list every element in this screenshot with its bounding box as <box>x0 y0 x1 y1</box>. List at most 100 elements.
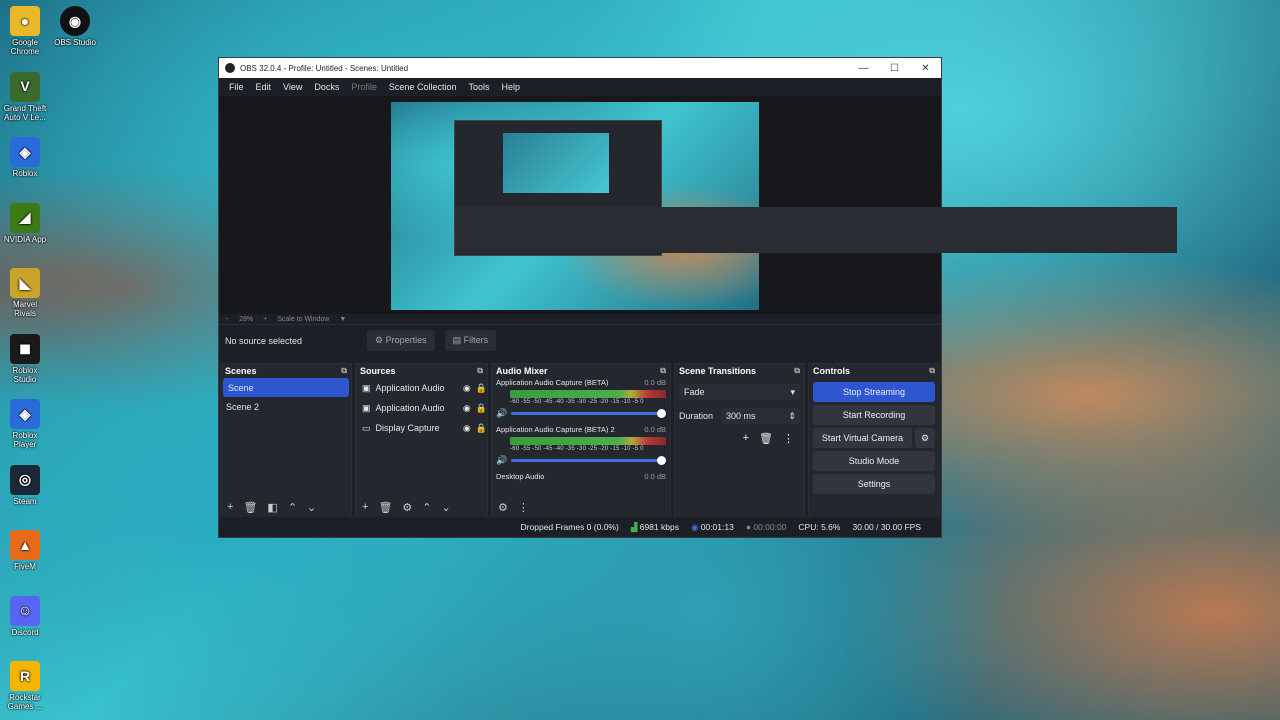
menu-file[interactable]: File <box>223 82 250 92</box>
add-icon[interactable]: + <box>743 432 749 445</box>
desktop-icon[interactable]: ● Google Chrome <box>2 6 48 56</box>
start-virtual-camera-button[interactable]: Start Virtual Camera <box>813 428 912 448</box>
move-down-icon[interactable]: ⌄ <box>442 501 451 514</box>
channel-db: 0.0 dB <box>644 472 666 481</box>
sources-dock: Sources ⧉ ▣ Application Audio ◉ 🔒 ▣ Appli… <box>355 363 488 519</box>
speaker-icon[interactable]: 🔊 <box>496 455 507 466</box>
duration-value: 300 ms <box>726 411 756 421</box>
source-item[interactable]: ▣ Application Audio ◉ 🔒 <box>356 398 487 418</box>
zoom-out-button[interactable]: − <box>225 316 229 323</box>
desktop-icon[interactable]: ◈ Roblox <box>2 137 48 178</box>
trash-icon[interactable]: 🗑 <box>759 432 773 445</box>
menu-profile[interactable]: Profile <box>345 82 383 92</box>
maximize-button[interactable]: ☐ <box>879 63 910 74</box>
controls-title: Controls <box>813 366 850 376</box>
gear-icon[interactable]: ⚙ <box>402 501 412 514</box>
app-icon: ◼ <box>10 333 40 364</box>
gear-icon[interactable]: ⚙ <box>915 428 935 448</box>
move-down-icon[interactable]: ⌄ <box>307 501 316 514</box>
lock-icon[interactable]: 🔒 <box>476 403 487 414</box>
menu-docks[interactable]: Docks <box>308 82 345 92</box>
volume-slider[interactable]: 🔊 <box>496 455 666 466</box>
trash-icon[interactable]: 🗑 <box>243 501 257 514</box>
add-icon[interactable]: + <box>227 501 233 513</box>
visibility-eye-icon[interactable]: ◉ <box>463 423 471 434</box>
properties-label: Properties <box>385 335 427 345</box>
zoom-in-button[interactable]: + <box>263 316 267 323</box>
desktop-icon[interactable]: ◣ Marvel Rivals <box>2 268 48 318</box>
undock-icon[interactable]: ⧉ <box>929 366 935 376</box>
studio-mode-button[interactable]: Studio Mode <box>813 451 935 471</box>
scale-mode[interactable]: Scale to Window <box>277 316 329 323</box>
undock-icon[interactable]: ⧉ <box>477 366 483 376</box>
desktop-icon[interactable]: ▲ FiveM <box>2 530 48 571</box>
filter-icon[interactable]: ◧ <box>267 501 277 514</box>
app-icon: ● <box>10 6 40 36</box>
menu-edit[interactable]: Edit <box>250 82 278 92</box>
scenes-header: Scenes ⧉ <box>221 364 351 378</box>
mixer-settings-icon[interactable]: ⚙ <box>498 501 508 514</box>
undock-icon[interactable]: ⧉ <box>794 366 800 376</box>
source-item[interactable]: ▣ Application Audio ◉ 🔒 <box>356 378 487 398</box>
menu-view[interactable]: View <box>277 82 308 92</box>
desktop-icon[interactable]: ◎ Steam <box>2 464 48 506</box>
scene-label: Scene 2 <box>226 401 260 412</box>
scene-item[interactable]: Scene 2 <box>221 397 351 416</box>
duration-input[interactable]: 300 ms ⇕ <box>721 408 800 424</box>
menu-tools[interactable]: Tools <box>462 82 495 92</box>
more-options-icon[interactable]: ⋮ <box>783 432 794 445</box>
filters-button[interactable]: ▤ Filters <box>444 330 497 351</box>
scene-item[interactable]: Scene <box>223 378 349 397</box>
desktop-icon-label: Google Chrome <box>10 38 40 56</box>
transition-toolbar: + 🗑 ⋮ <box>675 432 804 445</box>
desktop-icon[interactable]: R Rockstar Games ... <box>2 661 48 711</box>
menu-scene-collection[interactable]: Scene Collection <box>383 82 463 92</box>
app-icon: ◎ <box>10 464 40 495</box>
chevron-down-icon[interactable]: ▼ <box>339 316 346 323</box>
transition-select[interactable]: Fade ▾ <box>679 384 800 400</box>
obs-logo-icon <box>225 63 235 73</box>
app-icon: ◣ <box>10 268 40 298</box>
properties-button[interactable]: ⚙ Properties <box>367 330 435 351</box>
spinner-icon[interactable]: ⇕ <box>788 411 796 422</box>
lock-icon[interactable]: 🔒 <box>476 423 487 434</box>
lock-icon[interactable]: 🔒 <box>476 383 487 394</box>
minimize-button[interactable]: — <box>848 63 879 74</box>
desktop-icon[interactable]: ☺ Discord <box>2 595 48 637</box>
volume-slider[interactable]: 🔊 <box>496 408 666 419</box>
visibility-eye-icon[interactable]: ◉ <box>463 403 471 414</box>
desktop-icon-obs[interactable]: ◉ OBS Studio <box>52 6 98 47</box>
undock-icon[interactable]: ⧉ <box>341 366 347 376</box>
start-recording-button[interactable]: Start Recording <box>813 405 935 425</box>
stream-time-status: ◉ 00:01:13 <box>691 522 734 533</box>
transitions-dock: Scene Transitions ⧉ Fade ▾ Duration 300 ms… <box>674 363 805 519</box>
move-up-icon[interactable]: ⌃ <box>422 501 431 514</box>
move-up-icon[interactable]: ⌃ <box>288 501 297 514</box>
stream-icon: ◉ <box>690 521 701 532</box>
app-icon: ◈ <box>10 399 40 429</box>
desktop-icon[interactable]: ◢ NVIDIA App <box>2 202 48 244</box>
cpu-usage: CPU: 5.6% <box>798 522 841 532</box>
menu-help[interactable]: Help <box>495 82 526 92</box>
undock-icon[interactable]: ⧉ <box>660 366 666 376</box>
speaker-icon[interactable]: 🔊 <box>496 408 507 419</box>
trash-icon[interactable]: 🗑 <box>378 501 392 514</box>
transitions-title: Scene Transitions <box>679 366 757 376</box>
title-bar[interactable]: OBS 32.0.4 - Profile: Untitled - Scenes:… <box>219 58 941 78</box>
app-icon: V <box>10 71 40 102</box>
desktop-icon[interactable]: ◈ Roblox Player <box>2 399 48 449</box>
source-item[interactable]: ▭ Display Capture ◉ 🔒 <box>356 418 487 438</box>
close-button[interactable]: ✕ <box>910 63 941 74</box>
slider-knob[interactable] <box>657 456 666 465</box>
desktop-icon[interactable]: V Grand Theft Auto V Le... <box>2 71 48 122</box>
stream-preview[interactable] <box>391 102 1177 310</box>
add-icon[interactable]: + <box>362 501 368 513</box>
more-options-icon[interactable]: ⋮ <box>518 501 529 514</box>
nested-preview <box>503 133 609 193</box>
channel-db: 0.0 dB <box>644 425 666 434</box>
desktop-icon[interactable]: ◼ Roblox Studio <box>2 333 48 384</box>
stop-streaming-button[interactable]: Stop Streaming <box>813 382 935 402</box>
visibility-eye-icon[interactable]: ◉ <box>463 383 471 394</box>
slider-knob[interactable] <box>657 409 666 418</box>
settings-button[interactable]: Settings <box>813 474 935 494</box>
